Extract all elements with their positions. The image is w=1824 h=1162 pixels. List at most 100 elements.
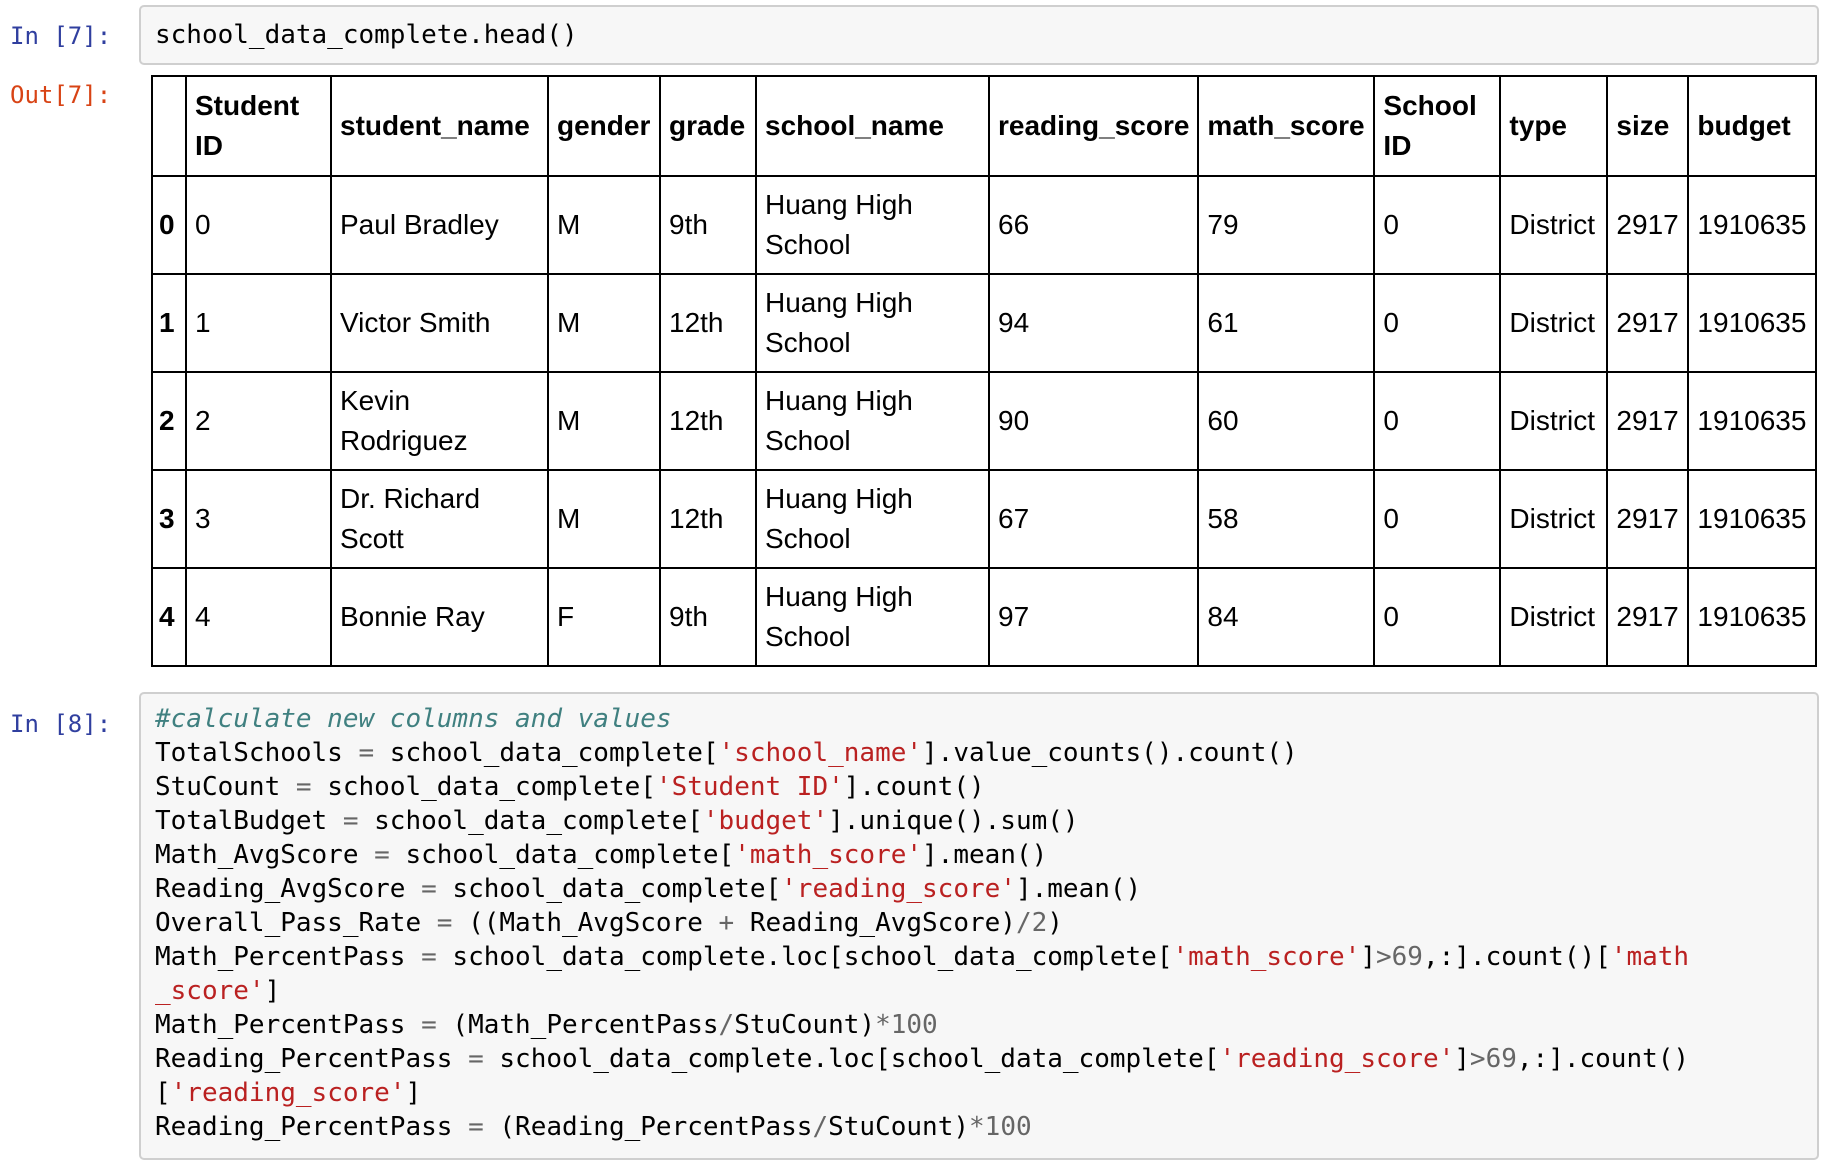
table-cell: 0 xyxy=(1373,175,1502,275)
code-token: = xyxy=(421,942,437,972)
code-token: *100 xyxy=(969,1112,1032,1142)
column-header: size xyxy=(1606,75,1690,177)
column-header: school_name xyxy=(755,75,990,177)
code-token: ] xyxy=(1454,1044,1470,1074)
table-cell: M xyxy=(547,371,661,471)
code-token: / xyxy=(812,1112,829,1142)
table-cell: 84 xyxy=(1197,567,1376,667)
code-token: school_data_complete[ xyxy=(389,840,735,870)
code-token: 'math_score' xyxy=(734,840,923,870)
code-token: ].value_counts().count() xyxy=(922,738,1298,768)
table-cell: District xyxy=(1499,371,1609,471)
code-token: = xyxy=(421,1010,437,1040)
code-token: 2 xyxy=(1031,908,1048,938)
code-line: Math_PercentPass = (Math_PercentPass/Stu… xyxy=(155,1008,1803,1042)
table-cell: 61 xyxy=(1197,273,1376,373)
table-cell: 9th xyxy=(659,567,757,667)
code-token: (Reading_PercentPass xyxy=(483,1112,813,1142)
code-token: ] xyxy=(1360,942,1376,972)
table-cell: 94 xyxy=(987,273,1200,373)
code-cell-8[interactable]: #calculate new columns and values TotalSc… xyxy=(139,692,1819,1160)
code-token: ].mean() xyxy=(1015,874,1142,904)
column-header: School ID xyxy=(1373,75,1502,177)
code-token: *100 xyxy=(875,1010,938,1040)
code-token: StuCount) xyxy=(828,1112,970,1142)
code-token: school_data_complete.loc[school_data_com… xyxy=(436,942,1173,972)
code-token: TotalSchools xyxy=(155,738,359,768)
code-line: _score'] xyxy=(155,974,1803,1008)
table-cell: Huang High School xyxy=(755,273,990,373)
out-prompt-7: Out[7]: xyxy=(10,81,112,109)
table-cell: Huang High School xyxy=(755,175,990,275)
code-token: 'school_name' xyxy=(718,738,923,768)
code-token: 'Student ID' xyxy=(655,772,844,802)
code-token: (Math_PercentPass xyxy=(436,1010,719,1040)
code-token: 'budget' xyxy=(702,806,829,836)
table-cell: 12th xyxy=(659,273,757,373)
code-token: ].unique().sum() xyxy=(828,806,1079,836)
code-token: ,:].count() xyxy=(1516,1044,1690,1074)
code-token: school_data_complete[ xyxy=(436,874,782,904)
code-token: Math_PercentPass xyxy=(155,1010,422,1040)
table-cell: M xyxy=(547,175,661,275)
table-cell: District xyxy=(1499,175,1609,275)
table-cell: 67 xyxy=(987,469,1200,569)
table-cell: 0 xyxy=(1373,567,1502,667)
column-header: type xyxy=(1499,75,1609,177)
table-cell: F xyxy=(547,567,661,667)
table-cell: Bonnie Ray xyxy=(330,567,549,667)
table-cell: Victor Smith xyxy=(330,273,549,373)
table-cell: 1910635 xyxy=(1687,371,1818,471)
table-cell: 1910635 xyxy=(1687,469,1818,569)
code-token: 'reading_score' xyxy=(170,1078,406,1108)
code-token: Math_AvgScore xyxy=(155,840,375,870)
code-token: 'math xyxy=(1610,942,1690,972)
code-token: = xyxy=(295,772,312,802)
code-line: StuCount = school_data_complete['Student… xyxy=(155,770,1803,804)
table-cell: 12th xyxy=(659,469,757,569)
code-token: Reading_AvgScore) xyxy=(734,908,1016,938)
column-header: budget xyxy=(1687,75,1818,177)
code-line: Reading_AvgScore = school_data_complete[… xyxy=(155,872,1803,906)
code-token: StuCount) xyxy=(734,1010,876,1040)
code-token: Reading_PercentPass xyxy=(155,1044,469,1074)
in-prompt-8: In [8]: xyxy=(10,710,112,738)
table-cell: 0 xyxy=(1373,469,1502,569)
table-cell: 90 xyxy=(987,371,1200,471)
code-token: Math_PercentPass xyxy=(155,942,422,972)
code-line: school_data_complete.head() xyxy=(155,20,578,50)
table-cell: M xyxy=(547,469,661,569)
code-token: school_data_complete.loc[school_data_com… xyxy=(483,1044,1220,1074)
column-header: math_score xyxy=(1197,75,1376,177)
code-cell-7[interactable]: school_data_complete.head() xyxy=(139,5,1819,65)
table-row: 0 0 Paul Bradley M 9th Huang High School 66 79 0… xyxy=(151,175,1818,275)
table-cell: 1910635 xyxy=(1687,175,1818,275)
output-area-7: Student ID student_name gender grade sch… xyxy=(151,75,1818,667)
code-line: Reading_PercentPass = school_data_comple… xyxy=(155,1042,1803,1076)
table-cell: M xyxy=(547,273,661,373)
table-cell: 2917 xyxy=(1606,469,1690,569)
code-token: = xyxy=(468,1044,484,1074)
code-token: ] xyxy=(405,1078,422,1108)
code-token: _score' xyxy=(155,976,265,1006)
code-token: StuCount xyxy=(155,772,296,802)
row-index: 2 xyxy=(151,371,187,471)
table-row: 2 2 Kevin Rodriguez M 12th Huang High School 9… xyxy=(151,371,1818,471)
code-line: Math_PercentPass = school_data_complete.… xyxy=(155,940,1803,974)
code-token: = xyxy=(342,806,359,836)
code-line: TotalSchools = school_data_complete['sch… xyxy=(155,736,1803,770)
row-index: 0 xyxy=(151,175,187,275)
code-token: school_data_complete[ xyxy=(374,738,719,768)
code-token: = xyxy=(468,1112,484,1142)
table-cell: 2917 xyxy=(1606,273,1690,373)
code-token: = xyxy=(374,840,390,870)
code-token: = xyxy=(358,738,375,768)
table-cell: Huang High School xyxy=(755,371,990,471)
code-token: 'reading_score' xyxy=(1219,1044,1455,1074)
table-cell: 2917 xyxy=(1606,371,1690,471)
code-token: ] xyxy=(264,976,281,1006)
table-cell: 79 xyxy=(1197,175,1376,275)
row-index: 4 xyxy=(151,567,187,667)
code-line: Math_AvgScore = school_data_complete['ma… xyxy=(155,838,1803,872)
column-header: gender xyxy=(547,75,661,177)
